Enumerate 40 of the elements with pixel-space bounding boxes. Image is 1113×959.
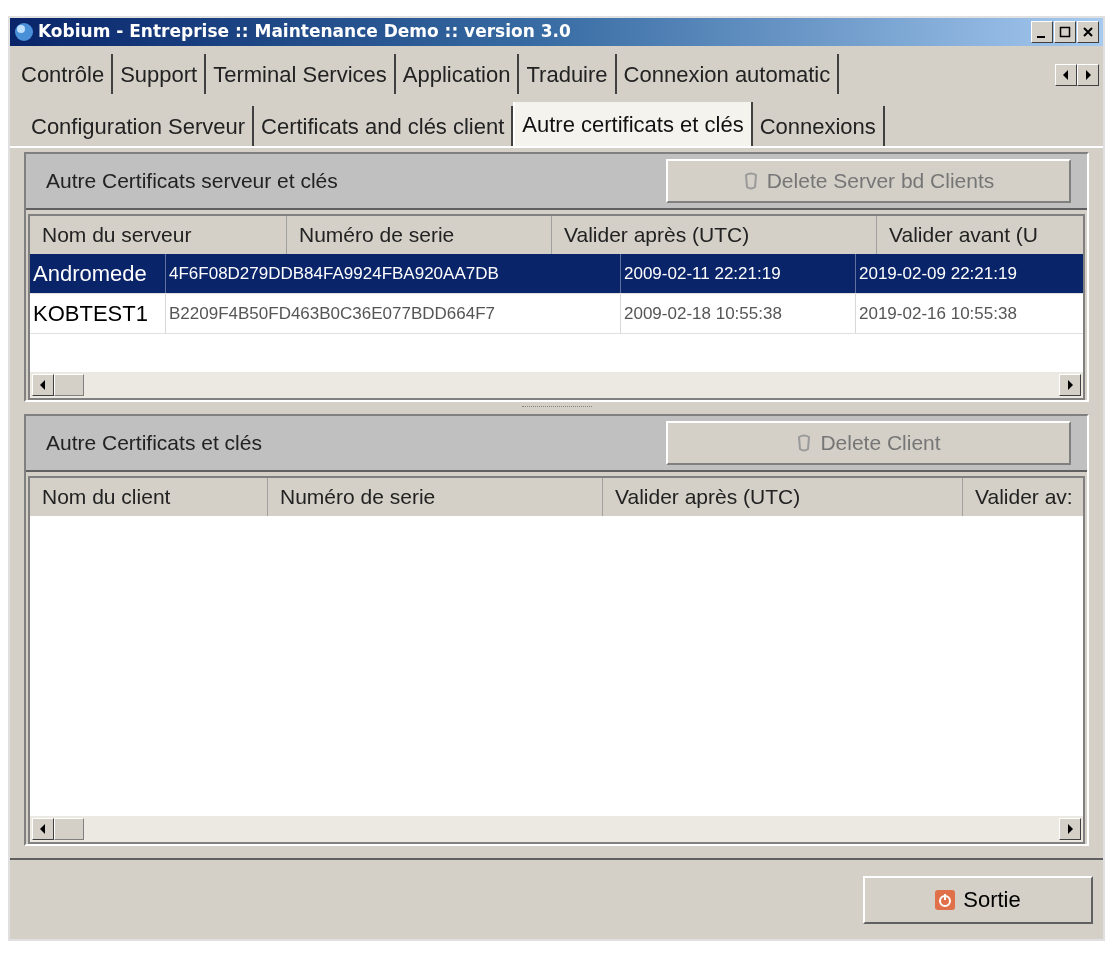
splitter-handle[interactable] bbox=[521, 406, 592, 410]
table-cell: KOBTEST1 bbox=[30, 294, 166, 333]
close-button[interactable] bbox=[1077, 21, 1099, 43]
table-cell: 2019-02-16 10:55:38 bbox=[856, 294, 1083, 333]
table-cell: 2019-02-09 22:21:19 bbox=[856, 254, 1083, 293]
exit-button[interactable]: Sortie bbox=[863, 875, 1093, 924]
tab[interactable]: Autre certificats et clés bbox=[513, 102, 753, 146]
window-title: Kobium - Entreprise :: Maintenance Demo :: version 3.0 bbox=[38, 20, 572, 44]
table-row[interactable]: KOBTEST1 B2209F4B50FD463B0C36E077BDD664F7 2009-02-18 10:55:38 2019-02-16 10:55:38 bbox=[30, 294, 1083, 334]
table-row[interactable]: Andromede 4F6F08D279DDB84FA9924FBA920AA7DB 2009-02-11 22:21:19 2019-02-09 22:21:19 bbox=[30, 254, 1083, 294]
scroll-right-icon[interactable] bbox=[1059, 818, 1081, 840]
maximize-icon bbox=[1059, 26, 1071, 38]
table-cell: Andromede bbox=[30, 254, 166, 293]
minimize-icon bbox=[1037, 36, 1045, 38]
scroll-thumb[interactable] bbox=[54, 818, 84, 840]
scroll-right-icon[interactable] bbox=[1059, 374, 1081, 396]
column-header[interactable]: Nom du client bbox=[30, 478, 268, 516]
section-title: Autre Certificats et clés bbox=[46, 430, 262, 457]
horizontal-scrollbar[interactable] bbox=[30, 372, 1083, 398]
delete-icon bbox=[742, 172, 759, 190]
minimize-button[interactable] bbox=[1031, 21, 1053, 43]
column-header[interactable]: Valider après (UTC) bbox=[603, 478, 963, 516]
horizontal-scrollbar[interactable] bbox=[30, 816, 1083, 842]
column-header[interactable]: Valider av: bbox=[963, 478, 1083, 516]
table-cell: 2009-02-18 10:55:38 bbox=[621, 294, 856, 333]
delete-icon bbox=[796, 434, 813, 452]
table-cell: B2209F4B50FD463B0C36E077BDD664F7 bbox=[166, 294, 621, 333]
column-header[interactable]: Numéro de serie bbox=[268, 478, 603, 516]
tab-scroll-left-icon[interactable] bbox=[1055, 64, 1077, 86]
scroll-left-icon[interactable] bbox=[32, 818, 54, 840]
close-icon bbox=[1082, 26, 1094, 38]
table-cell: 4F6F08D279DDB84FA9924FBA920AA7DB bbox=[166, 254, 621, 293]
table-cell: 2009-02-11 22:21:19 bbox=[621, 254, 856, 293]
app-logo-icon bbox=[14, 22, 34, 42]
scroll-thumb[interactable] bbox=[54, 374, 84, 396]
maximize-button[interactable] bbox=[1054, 21, 1076, 43]
section-title: Autre Certificats serveur et clés bbox=[46, 168, 338, 195]
scroll-left-icon[interactable] bbox=[32, 374, 54, 396]
tab-scroll-right-icon[interactable] bbox=[1077, 64, 1099, 86]
power-icon bbox=[935, 889, 956, 910]
